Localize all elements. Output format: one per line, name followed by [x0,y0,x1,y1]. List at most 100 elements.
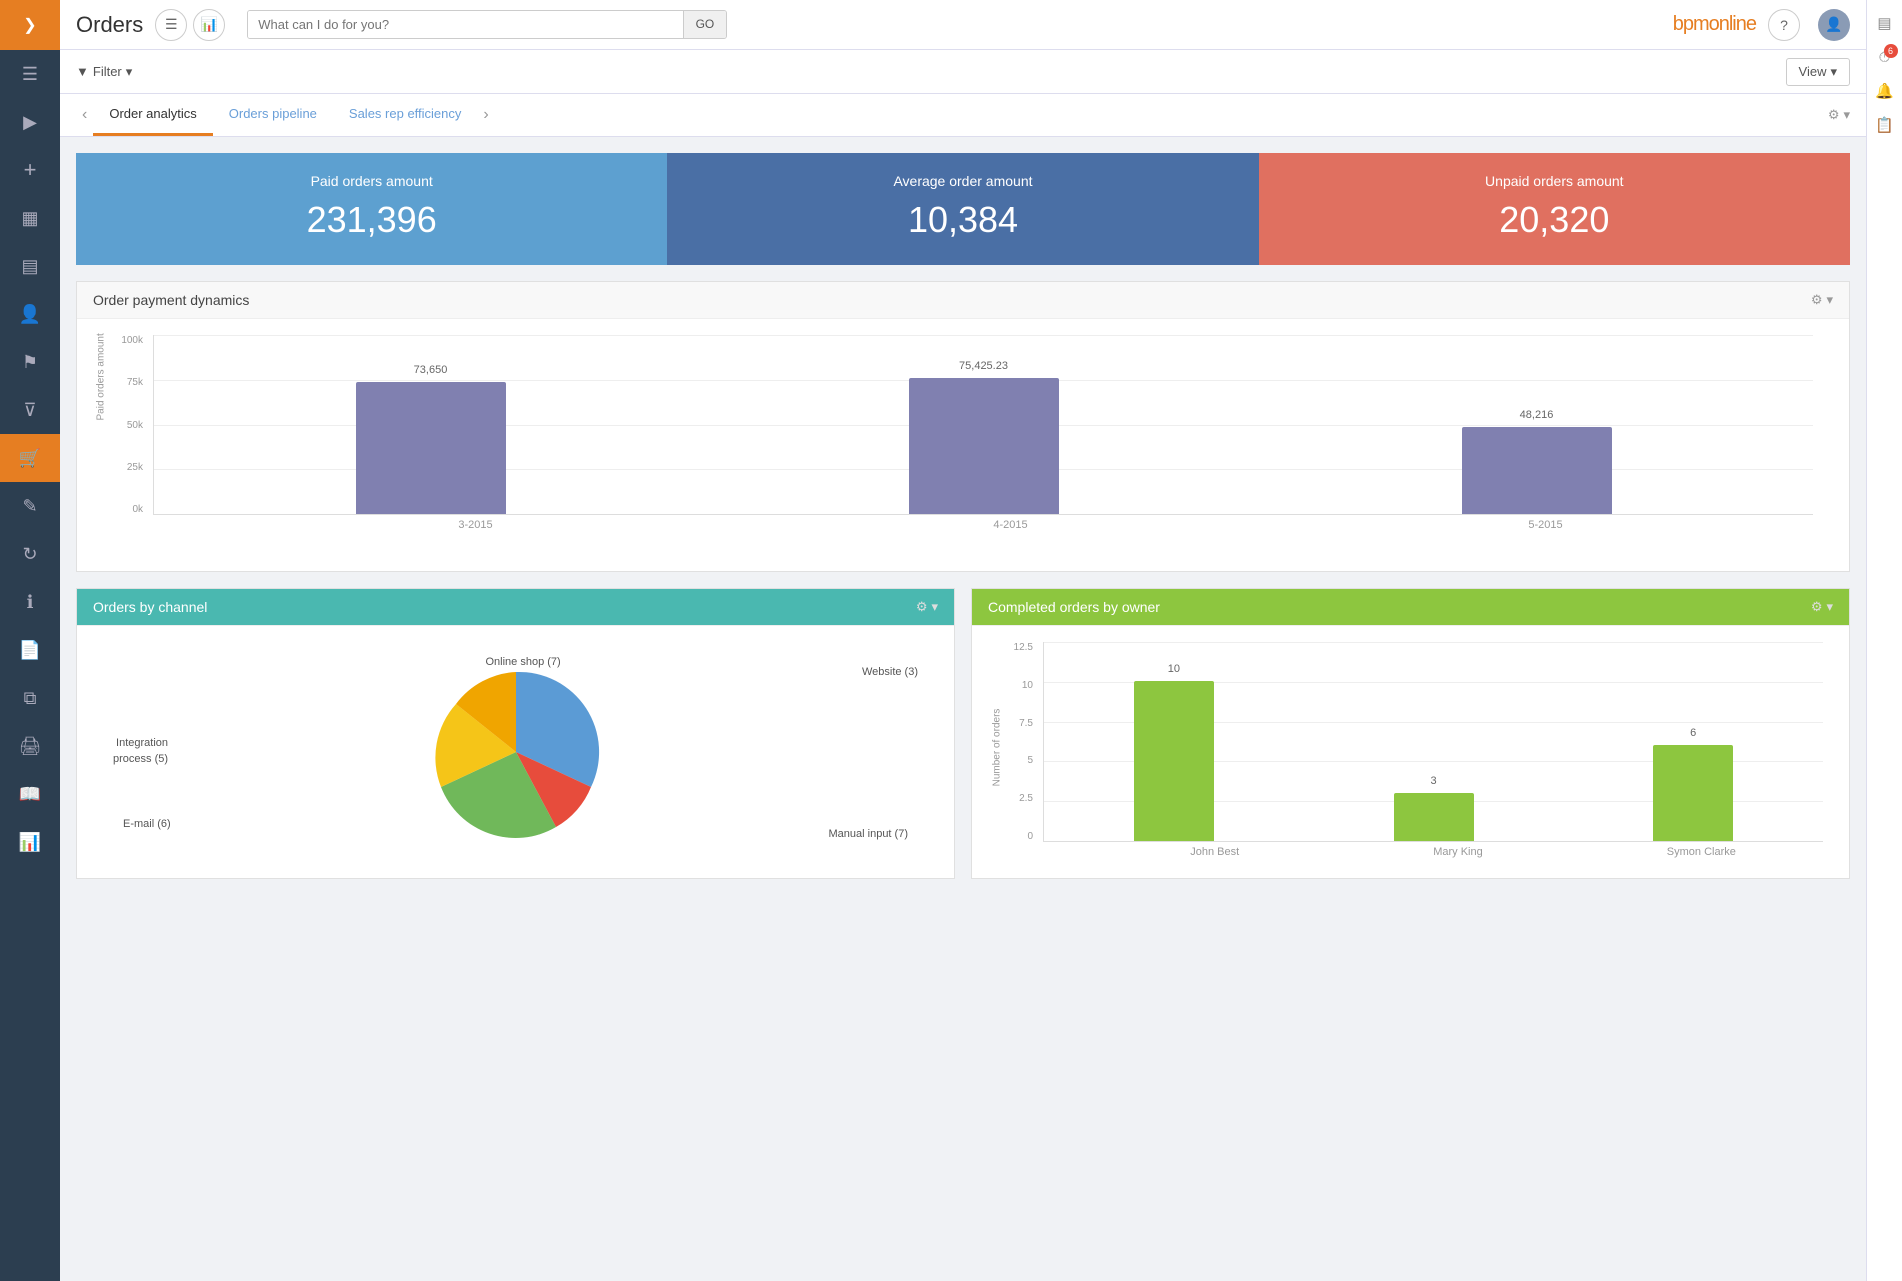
sidebar-item-doc[interactable]: 📄 [0,626,60,674]
legend-website: Online shop (7) [486,652,561,670]
y-axis-completed-label: Number of orders [991,709,1002,787]
view-label: View [1799,64,1827,79]
sidebar-item-add[interactable]: + [0,146,60,194]
sidebar-item-contacts[interactable]: 👤 [0,290,60,338]
view-button[interactable]: View ▾ [1786,58,1850,86]
sidebar-item-activities[interactable]: ⚑ [0,338,60,386]
sidebar-toggle[interactable]: ❯ [0,0,60,50]
search-input[interactable] [248,11,682,38]
bottom-row: Orders by channel ⚙ ▾ Online shop (7) [76,588,1850,879]
kpi-average: Average order amount 10,384 [667,153,1258,265]
sidebar-item-reports[interactable]: ▤ [0,242,60,290]
sidebar-item-sync[interactable]: ↻ [0,530,60,578]
chart-view-button[interactable]: 📊 [193,9,225,41]
payment-dynamics-title: Order payment dynamics [93,292,249,308]
sidebar-item-info[interactable]: ℹ [0,578,60,626]
sidebar-item-analytics[interactable]: 📊 [0,818,60,866]
legend-online-shop: Website (3) [862,662,918,680]
dropdown-icon: ▾ [1826,292,1833,308]
tab-sales-rep[interactable]: Sales rep efficiency [333,94,478,136]
right-icon-clock[interactable]: ⏱ 6 [1870,42,1900,72]
x-label-5-2015: 5-2015 [1278,519,1813,531]
filter-button[interactable]: ▼ Filter ▾ [76,64,132,80]
kpi-unpaid-value: 20,320 [1283,199,1826,241]
chevron-right-icon: ❯ [23,15,36,35]
page-title: Orders [76,12,143,38]
y-completed-2-5: 2.5 [1019,793,1033,804]
sidebar-item-documents[interactable]: ✎ [0,482,60,530]
settings-icon: ⚙ [1811,599,1823,615]
y-label-75k: 75k [127,377,143,388]
orders-by-channel-body: Online shop (7) Website (3) Integration … [77,626,954,878]
x-label-symon-clarke: Symon Clarke [1580,846,1823,858]
kpi-average-value: 10,384 [691,199,1234,241]
main-area: Orders ☰ 📊 GO bpmonline ? 👤 ▼ Filter ▾ V… [60,0,1866,1281]
legend-email: E-mail (6) [123,814,171,832]
sidebar-item-orders[interactable]: 🛒 [0,434,60,482]
sidebar-item-menu[interactable]: ☰ [0,50,60,98]
y-completed-12-5: 12.5 [1014,642,1033,653]
kpi-average-label: Average order amount [691,173,1234,189]
payment-dynamics-header: Order payment dynamics ⚙ ▾ [77,282,1849,319]
sidebar-item-play[interactable]: ▶ [0,98,60,146]
bar-mary-king: 3 [1394,793,1474,841]
completed-orders-body: 12.5 10 7.5 5 2.5 0 [972,626,1849,874]
completed-orders-actions[interactable]: ⚙ ▾ [1811,599,1833,615]
x-label-mary-king: Mary King [1336,846,1579,858]
help-button[interactable]: ? [1768,9,1800,41]
bar-label-4-2015: 75,425.23 [959,360,1008,372]
search-go-button[interactable]: GO [683,11,727,38]
sidebar-item-copy[interactable]: ⧉ [0,674,60,722]
topbar: Orders ☰ 📊 GO bpmonline ? 👤 [60,0,1866,50]
y-label-100k: 100k [121,335,143,346]
dropdown-icon: ▾ [931,599,938,615]
right-icon-clipboard[interactable]: 📋 [1870,110,1900,140]
payment-dynamics-body: Paid orders amount 100k 75k 50k 25k 0k [77,319,1849,571]
bar-3-2015: 73,650 [356,382,506,514]
left-sidebar: ❯ ☰ ▶ + ▦ ▤ 👤 ⚑ ⊽ 🛒 ✎ ↻ ℹ 📄 ⧉ 🖨 📖 📊 [0,0,60,1281]
sidebar-item-print[interactable]: 🖨 [0,722,60,770]
x-label-john-best: John Best [1093,846,1336,858]
right-icon-bell[interactable]: 🔔 [1870,76,1900,106]
tabs-bar: ‹ Order analytics Orders pipeline Sales … [60,94,1866,137]
bar-label-5-2015: 48,216 [1520,409,1554,421]
bar-5-2015: 48,216 [1462,427,1612,514]
x-label-3-2015: 3-2015 [208,519,743,531]
search-box: GO [247,10,727,39]
tab-prev-button[interactable]: ‹ [76,106,93,124]
topbar-right: bpmonline ? 👤 [1673,9,1850,41]
payment-dynamics-panel: Order payment dynamics ⚙ ▾ Paid orders a… [76,281,1850,572]
tab-next-button[interactable]: › [477,106,494,124]
bar-john-best: 10 [1134,681,1214,841]
pie-chart [426,662,606,842]
settings-dropdown-icon: ▾ [1843,107,1850,123]
right-icon-table[interactable]: ▤ [1870,8,1900,38]
completed-orders-panel: Completed orders by owner ⚙ ▾ 12.5 10 [971,588,1850,879]
list-view-button[interactable]: ☰ [155,9,187,41]
y-label-0k: 0k [132,504,143,515]
kpi-unpaid-label: Unpaid orders amount [1283,173,1826,189]
right-sidebar: ▤ ⏱ 6 🔔 📋 [1866,0,1902,1281]
view-dropdown-icon: ▾ [1830,64,1837,80]
bpmonline-logo: bpmonline [1673,13,1756,36]
tab-orders-pipeline[interactable]: Orders pipeline [213,94,333,136]
orders-by-channel-title: Orders by channel [93,599,207,615]
y-completed-0: 0 [1027,831,1033,842]
y-label-25k: 25k [127,462,143,473]
tab-settings-button[interactable]: ⚙ ▾ [1828,107,1850,123]
sidebar-item-leads[interactable]: ⊽ [0,386,60,434]
y-completed-10: 10 [1022,680,1033,691]
sidebar-item-knowledge[interactable]: 📖 [0,770,60,818]
orders-by-channel-header: Orders by channel ⚙ ▾ [77,589,954,626]
logo-accent: online [1709,13,1756,35]
orders-by-channel-actions[interactable]: ⚙ ▾ [916,599,938,615]
payment-dynamics-chart: Paid orders amount 100k 75k 50k 25k 0k [93,335,1833,555]
user-avatar[interactable]: 👤 [1818,9,1850,41]
completed-orders-header: Completed orders by owner ⚙ ▾ [972,589,1849,626]
x-label-4-2015: 4-2015 [743,519,1278,531]
kpi-unpaid: Unpaid orders amount 20,320 [1259,153,1850,265]
payment-dynamics-actions[interactable]: ⚙ ▾ [1811,292,1833,308]
tab-order-analytics[interactable]: Order analytics [93,94,212,136]
sidebar-item-dashboard[interactable]: ▦ [0,194,60,242]
logo-text: bpm [1673,13,1709,35]
